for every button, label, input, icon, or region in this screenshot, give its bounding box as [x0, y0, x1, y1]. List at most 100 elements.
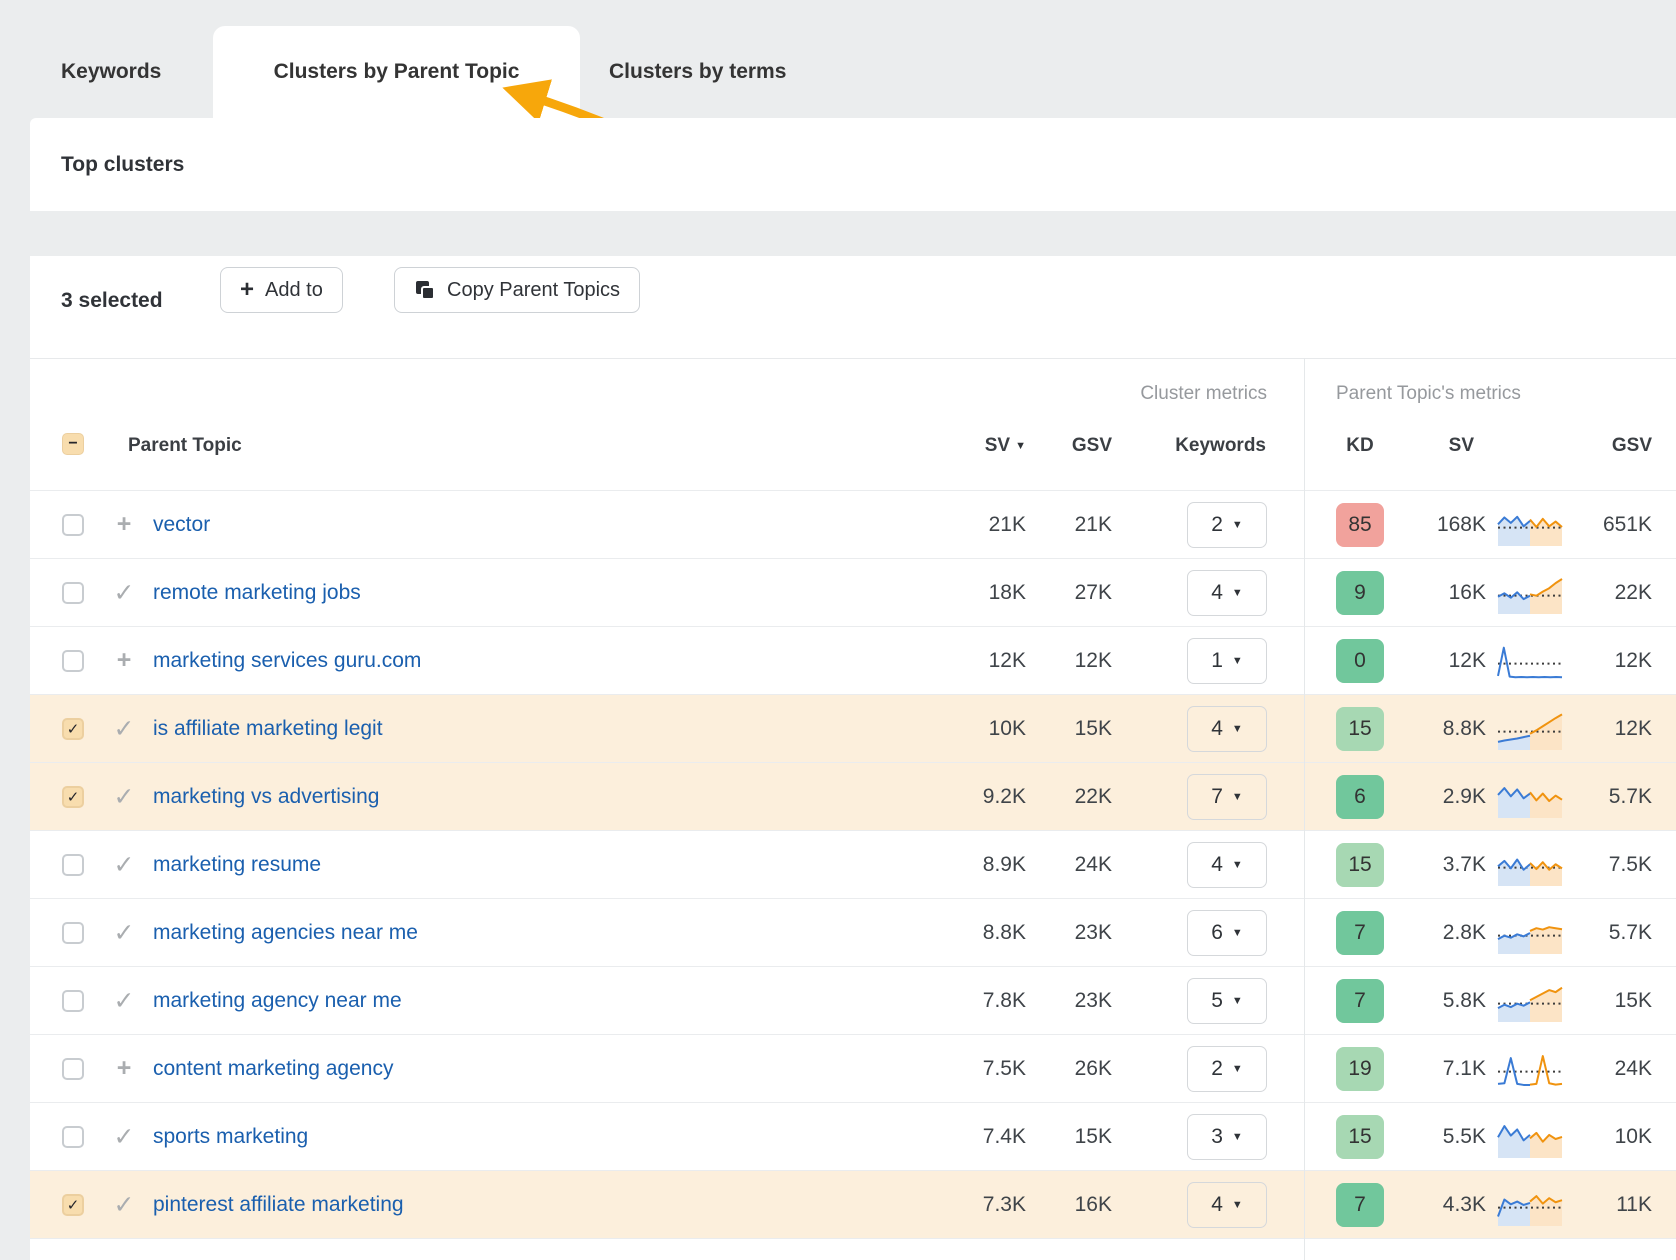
cluster-gsv-value: 21K — [1002, 491, 1112, 558]
parent-gsv-value: 651K — [1534, 491, 1652, 558]
tab-keywords[interactable]: Keywords — [61, 60, 161, 84]
check-icon[interactable]: ✓ — [108, 559, 140, 626]
parent-topic-metrics-group-header: Parent Topic's metrics — [1336, 383, 1521, 405]
panel-title: Top clusters — [61, 153, 184, 177]
parent-gsv-value: 7.5K — [1534, 831, 1652, 898]
check-icon: ✓ — [67, 722, 80, 737]
keywords-count: 7 — [1211, 785, 1223, 809]
keywords-dropdown[interactable]: 4 ▼ — [1187, 1182, 1267, 1228]
dropdown-arrow-icon: ▼ — [1232, 791, 1243, 803]
table-header: Cluster metrics Parent Topic's metrics −… — [30, 358, 1676, 490]
keywords-dropdown[interactable]: 2 ▼ — [1187, 502, 1267, 548]
dropdown-arrow-icon: ▼ — [1232, 1199, 1243, 1211]
check-icon[interactable]: ✓ — [108, 763, 140, 830]
table-row: ✓ marketing resume 8.9K 24K 4 ▼ 15 3.7K … — [30, 830, 1676, 898]
keywords-dropdown[interactable]: 4 ▼ — [1187, 706, 1267, 752]
parent-gsv-value: 5.7K — [1534, 899, 1652, 966]
sv-label: SV — [985, 435, 1010, 457]
clusters-panel: 3 selected + Add to Copy Parent Topics C… — [30, 256, 1676, 1260]
plus-icon[interactable]: + — [108, 491, 140, 558]
row-checkbox[interactable]: ✓ — [62, 718, 84, 740]
keywords-dropdown[interactable]: 3 ▼ — [1187, 1114, 1267, 1160]
parent-topic-link[interactable]: marketing agencies near me — [153, 899, 418, 966]
table-row: + vector 21K 21K 2 ▼ 85 168K 651K — [30, 490, 1676, 558]
keywords-count: 6 — [1211, 921, 1223, 945]
check-icon[interactable]: ✓ — [108, 1103, 140, 1170]
parent-gsv-value: 15K — [1534, 967, 1652, 1034]
column-header-sv[interactable]: SV ▼ — [985, 435, 1026, 457]
table-row: ✓ ✓ marketing vs advertising 9.2K 22K 7 … — [30, 762, 1676, 830]
row-checkbox[interactable] — [62, 990, 84, 1012]
check-icon[interactable]: ✓ — [108, 1171, 140, 1238]
table-row: ✓ ✓ is affiliate marketing legit 10K 15K… — [30, 694, 1676, 762]
row-checkbox[interactable]: ✓ — [62, 786, 84, 808]
plus-icon[interactable]: + — [108, 1035, 140, 1102]
cluster-gsv-value: 23K — [1002, 899, 1112, 966]
keywords-dropdown[interactable]: 4 ▼ — [1187, 842, 1267, 888]
parent-topic-link[interactable]: pinterest affiliate marketing — [153, 1171, 404, 1238]
row-checkbox[interactable] — [62, 582, 84, 604]
row-checkbox[interactable]: ✓ — [62, 1194, 84, 1216]
column-header-parent-gsv[interactable]: GSV — [1612, 435, 1652, 457]
row-checkbox[interactable] — [62, 1126, 84, 1148]
parent-topic-link[interactable]: marketing resume — [153, 831, 321, 898]
select-all-checkbox[interactable]: − — [62, 433, 84, 455]
keywords-dropdown[interactable]: 5 ▼ — [1187, 978, 1267, 1024]
row-checkbox[interactable] — [62, 514, 84, 536]
column-header-parent-topic: Parent Topic — [128, 435, 242, 457]
keywords-dropdown[interactable]: 1 ▼ — [1187, 638, 1267, 684]
cluster-metrics-group-header: Cluster metrics — [1140, 383, 1267, 405]
parent-topic-link[interactable]: marketing vs advertising — [153, 763, 379, 830]
row-checkbox[interactable] — [62, 1058, 84, 1080]
parent-topic-link[interactable]: sports marketing — [153, 1103, 308, 1170]
check-icon[interactable]: ✓ — [108, 831, 140, 898]
column-header-keywords[interactable]: Keywords — [1175, 435, 1266, 457]
dropdown-arrow-icon: ▼ — [1232, 1131, 1243, 1143]
column-header-kd[interactable]: KD — [1336, 435, 1384, 457]
column-header-parent-sv[interactable]: SV — [1449, 435, 1474, 457]
parent-topic-link[interactable]: marketing agency near me — [153, 967, 402, 1034]
row-checkbox[interactable] — [62, 922, 84, 944]
table-row: ✓ sports marketing 7.4K 15K 3 ▼ 15 5.5K … — [30, 1102, 1676, 1170]
parent-sv-value: 7.1K — [1376, 1035, 1486, 1102]
tab-clusters-by-parent-topic[interactable]: Clusters by Parent Topic — [213, 26, 580, 118]
keywords-count: 2 — [1211, 1057, 1223, 1081]
dropdown-arrow-icon: ▼ — [1232, 723, 1243, 735]
parent-gsv-value: 12K — [1534, 695, 1652, 762]
plus-icon[interactable]: + — [108, 627, 140, 694]
bulk-actions-toolbar: 3 selected + Add to Copy Parent Topics — [30, 256, 1676, 358]
row-checkbox[interactable] — [62, 854, 84, 876]
row-checkbox[interactable] — [62, 650, 84, 672]
parent-sv-value: 5.5K — [1376, 1103, 1486, 1170]
table-row: ✓ remote marketing jobs 18K 27K 4 ▼ 9 16… — [30, 558, 1676, 626]
keywords-dropdown[interactable]: 7 ▼ — [1187, 774, 1267, 820]
minus-icon: − — [68, 436, 77, 452]
parent-topic-link[interactable]: is affiliate marketing legit — [153, 695, 383, 762]
cluster-gsv-value: 23K — [1002, 967, 1112, 1034]
keywords-dropdown[interactable]: 6 ▼ — [1187, 910, 1267, 956]
top-clusters-panel: Top clusters — [30, 118, 1676, 211]
parent-topic-link[interactable]: remote marketing jobs — [153, 559, 361, 626]
check-icon[interactable]: ✓ — [108, 899, 140, 966]
add-to-button[interactable]: + Add to — [220, 267, 343, 313]
parent-sv-value: 5.8K — [1376, 967, 1486, 1034]
parent-sv-value: 8.8K — [1376, 695, 1486, 762]
parent-topic-link[interactable]: vector — [153, 491, 210, 558]
dropdown-arrow-icon: ▼ — [1232, 859, 1243, 871]
keywords-count: 1 — [1211, 649, 1223, 673]
parent-topic-link[interactable]: content marketing agency — [153, 1035, 393, 1102]
keywords-dropdown[interactable]: 2 ▼ — [1187, 1046, 1267, 1092]
parent-sv-value: 2.8K — [1376, 899, 1486, 966]
copy-parent-topics-label: Copy Parent Topics — [447, 279, 620, 302]
check-icon: ✓ — [67, 790, 80, 805]
copy-parent-topics-button[interactable]: Copy Parent Topics — [394, 267, 640, 313]
dropdown-arrow-icon: ▼ — [1232, 587, 1243, 599]
tab-clusters-by-terms[interactable]: Clusters by terms — [609, 60, 786, 84]
keywords-dropdown[interactable]: 4 ▼ — [1187, 570, 1267, 616]
column-header-gsv[interactable]: GSV — [1072, 435, 1112, 457]
dropdown-arrow-icon: ▼ — [1232, 655, 1243, 667]
parent-topic-link[interactable]: marketing services guru.com — [153, 627, 421, 694]
check-icon[interactable]: ✓ — [108, 967, 140, 1034]
check-icon[interactable]: ✓ — [108, 695, 140, 762]
keywords-count: 4 — [1211, 581, 1223, 605]
